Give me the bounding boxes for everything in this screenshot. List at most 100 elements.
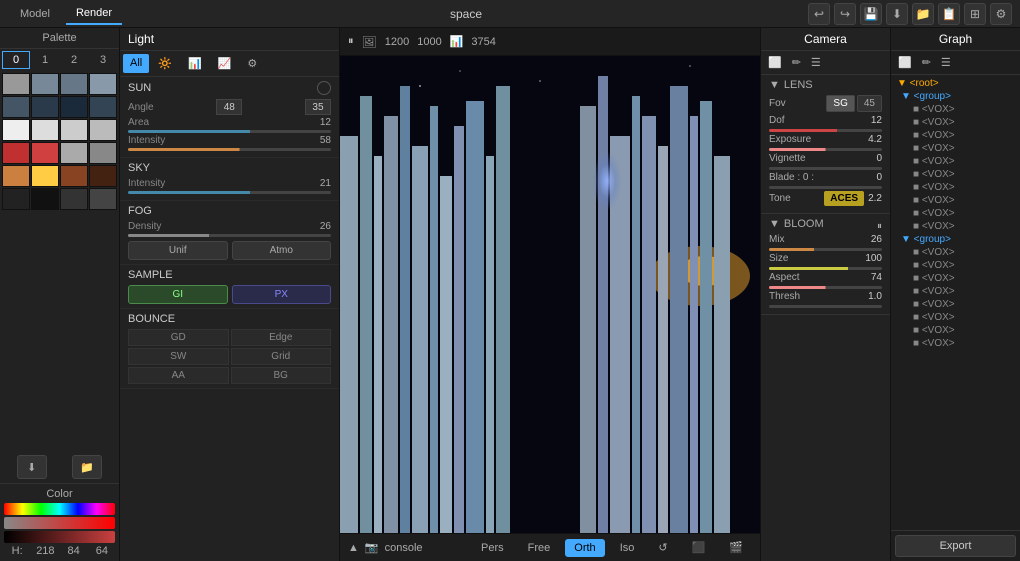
tab-model[interactable]: Model <box>10 4 60 24</box>
pal-num-2[interactable]: 2 <box>60 51 88 69</box>
sun-area-slider[interactable] <box>128 130 331 133</box>
tree-vox-1-4[interactable]: ■ <VOX> <box>893 298 1018 311</box>
palette-color-2[interactable] <box>60 73 88 95</box>
palette-color-23[interactable] <box>89 188 117 210</box>
sun-intensity-slider[interactable] <box>128 148 331 151</box>
palette-color-4[interactable] <box>2 96 30 118</box>
cam-tab-box[interactable]: ⬜ <box>764 54 786 71</box>
undo-button[interactable]: ↩ <box>808 3 830 25</box>
settings-button[interactable]: ⚙ <box>990 3 1012 25</box>
fog-density-slider[interactable] <box>128 234 331 237</box>
light-tab-chart[interactable]: 📈 <box>211 54 239 73</box>
value-bar[interactable] <box>4 531 115 543</box>
sample-px-btn[interactable]: PX <box>232 285 332 304</box>
export-button[interactable]: Export <box>895 535 1016 557</box>
exposure-slider[interactable] <box>769 148 882 151</box>
palette-color-7[interactable] <box>89 96 117 118</box>
palette-color-3[interactable] <box>89 73 117 95</box>
bloom-thresh-slider[interactable] <box>769 305 882 308</box>
tree-vox-1-2[interactable]: ■ <VOX> <box>893 272 1018 285</box>
sun-toggle[interactable] <box>317 81 331 95</box>
dof-slider[interactable] <box>769 129 882 132</box>
palette-color-0[interactable] <box>2 73 30 95</box>
palette-color-11[interactable] <box>89 119 117 141</box>
palette-folder-btn[interactable]: 📁 <box>72 455 102 479</box>
tree-vox-1-5[interactable]: ■ <VOX> <box>893 311 1018 324</box>
light-tab-gear[interactable]: ⚙ <box>240 54 264 73</box>
bloom-mix-slider[interactable] <box>769 248 882 251</box>
tree-vox-1-7[interactable]: ■ <VOX> <box>893 337 1018 350</box>
tree-vox-0-6[interactable]: ■ <VOX> <box>893 181 1018 194</box>
graph-tab-list[interactable]: ☰ <box>937 54 955 71</box>
sun-angle-val1[interactable] <box>216 99 242 115</box>
cam-tab-list[interactable]: ☰ <box>807 54 825 71</box>
folder-button[interactable]: 📁 <box>912 3 934 25</box>
fov-sg-btn[interactable]: SG <box>826 95 854 112</box>
footer-iso[interactable]: Iso <box>611 539 644 557</box>
redo-button[interactable]: ↪ <box>834 3 856 25</box>
palette-color-9[interactable] <box>31 119 59 141</box>
tree-vox-0-1[interactable]: ■ <VOX> <box>893 116 1018 129</box>
pal-num-1[interactable]: 1 <box>31 51 59 69</box>
fog-unif-btn[interactable]: Unif <box>128 241 228 260</box>
palette-color-17[interactable] <box>31 165 59 187</box>
tree-vox-1-6[interactable]: ■ <VOX> <box>893 324 1018 337</box>
palette-color-5[interactable] <box>31 96 59 118</box>
fog-header[interactable]: FOG <box>128 205 331 217</box>
palette-color-10[interactable] <box>60 119 88 141</box>
cam-tab-pencil[interactable]: ✏ <box>788 54 805 71</box>
bounce-gd[interactable]: GD <box>128 329 229 346</box>
palette-color-1[interactable] <box>31 73 59 95</box>
grid-button[interactable]: ⊞ <box>964 3 986 25</box>
tree-vox-0-0[interactable]: ■ <VOX> <box>893 103 1018 116</box>
palette-download-btn[interactable]: ⬇ <box>17 455 47 479</box>
palette-color-12[interactable] <box>2 142 30 164</box>
graph-tab-box[interactable]: ⬜ <box>894 54 916 71</box>
graph-tab-pencil[interactable]: ✏ <box>918 54 935 71</box>
palette-color-21[interactable] <box>31 188 59 210</box>
pal-num-3[interactable]: 3 <box>89 51 117 69</box>
blade-slider[interactable] <box>769 186 882 189</box>
footer-pers[interactable]: Pers <box>472 539 513 557</box>
palette-color-16[interactable] <box>2 165 30 187</box>
tree-root[interactable]: ▼ <root> <box>893 77 1018 90</box>
tree-vox-1-0[interactable]: ■ <VOX> <box>893 246 1018 259</box>
sky-header[interactable]: SKY <box>128 162 331 174</box>
fov-45-btn[interactable]: 45 <box>857 95 882 112</box>
aces-button[interactable]: ACES <box>824 191 864 206</box>
bounce-bg[interactable]: BG <box>231 367 332 384</box>
bloom-size-slider[interactable] <box>769 267 882 270</box>
sample-header[interactable]: SAMPLE <box>128 269 331 281</box>
bounce-sw[interactable]: SW <box>128 348 229 365</box>
footer-scene[interactable]: 🎬 <box>720 538 752 557</box>
save-button[interactable]: 💾 <box>860 3 882 25</box>
vignette-slider[interactable] <box>769 167 882 170</box>
palette-color-8[interactable] <box>2 119 30 141</box>
sky-intensity-slider[interactable] <box>128 191 331 194</box>
hue-bar[interactable] <box>4 503 115 515</box>
tree-group-1[interactable]: ▼ <group> <box>893 233 1018 246</box>
bloom-aspect-slider[interactable] <box>769 286 882 289</box>
sample-gi-btn[interactable]: GI <box>128 285 228 304</box>
bounce-aa[interactable]: AA <box>128 367 229 384</box>
copy-button[interactable]: 📋 <box>938 3 960 25</box>
palette-color-18[interactable] <box>60 165 88 187</box>
tree-vox-0-2[interactable]: ■ <VOX> <box>893 129 1018 142</box>
palette-color-14[interactable] <box>60 142 88 164</box>
tab-render[interactable]: Render <box>66 3 122 25</box>
tree-vox-0-4[interactable]: ■ <VOX> <box>893 155 1018 168</box>
fog-atmo-btn[interactable]: Atmo <box>232 241 332 260</box>
saturation-bar[interactable] <box>4 517 115 529</box>
bounce-grid[interactable]: Grid <box>231 348 332 365</box>
download-button[interactable]: ⬇ <box>886 3 908 25</box>
tree-vox-0-7[interactable]: ■ <VOX> <box>893 194 1018 207</box>
tree-vox-0-3[interactable]: ■ <VOX> <box>893 142 1018 155</box>
bounce-edge[interactable]: Edge <box>231 329 332 346</box>
pal-num-0[interactable]: 0 <box>2 51 30 69</box>
bloom-pause-icon[interactable]: ⏸ <box>877 221 882 232</box>
sun-angle-val2[interactable] <box>305 99 331 115</box>
light-tab-scene[interactable]: 🔆 <box>151 54 179 73</box>
footer-free[interactable]: Free <box>519 539 560 557</box>
footer-orth[interactable]: Orth <box>565 539 604 557</box>
palette-color-22[interactable] <box>60 188 88 210</box>
